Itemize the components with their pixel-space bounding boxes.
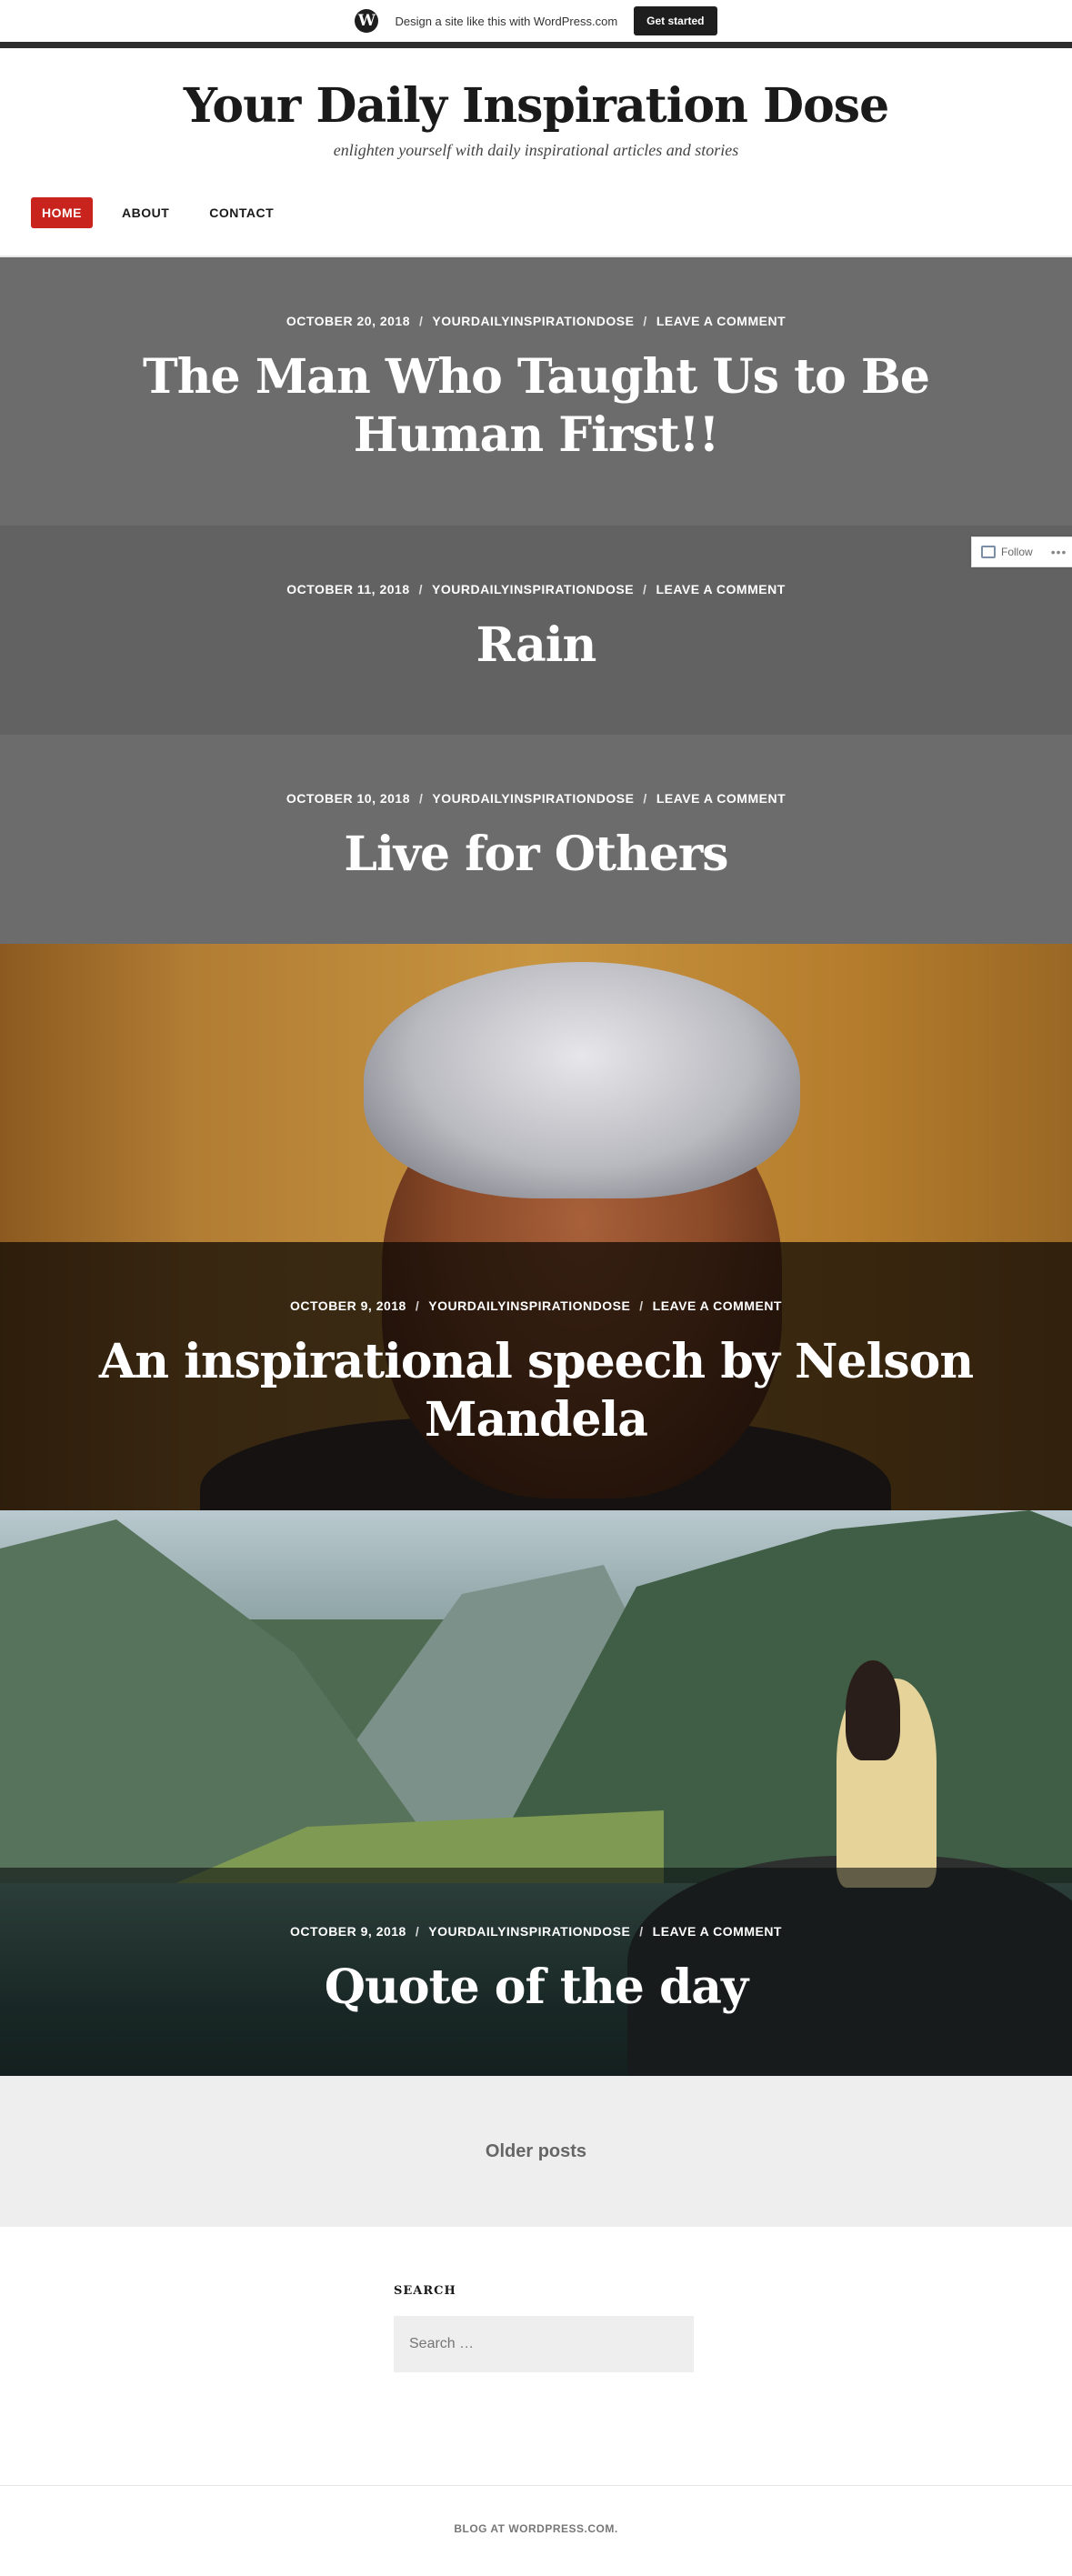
post-title[interactable]: Rain	[0, 616, 1072, 675]
post-card-featured[interactable]: OCTOBER 9, 2018 / YOURDAILYINSPIRATIONDOSE…	[0, 1510, 1072, 2076]
site-title[interactable]: Your Daily Inspiration Dose	[0, 78, 1072, 134]
search-widget-title: SEARCH	[394, 2284, 456, 2298]
post-card[interactable]: OCTOBER 11, 2018 / YOURDAILYINSPIRATIONDOS…	[0, 526, 1072, 735]
meta-separator: /	[418, 582, 424, 596]
post-meta: OCTOBER 20, 2018 / YOURDAILYINSPIRATIONDOS…	[0, 314, 1072, 328]
post-meta: OCTOBER 10, 2018 / YOURDAILYINSPIRATIONDOS…	[0, 791, 1072, 806]
post-date[interactable]: OCTOBER 20, 2018	[286, 314, 410, 328]
promo-text[interactable]: Design a site like this with WordPress.c…	[395, 15, 617, 28]
nav-item-contact[interactable]: CONTACT	[198, 197, 285, 228]
post-title[interactable]: The Man Who Taught Us to Be Human First!…	[0, 348, 1072, 465]
follow-button[interactable]: Follow •••	[971, 536, 1072, 567]
wordpress-promo-bar: W Design a site like this with WordPress…	[0, 0, 1072, 42]
portrait-hair	[364, 962, 800, 1198]
post-author[interactable]: YOURDAILYINSPIRATIONDOSE	[428, 1924, 630, 1939]
nav-item-home[interactable]: HOME	[31, 197, 93, 228]
leave-comment-link[interactable]: LEAVE A COMMENT	[653, 1924, 782, 1939]
post-author[interactable]: YOURDAILYINSPIRATIONDOSE	[432, 582, 634, 596]
post-meta: OCTOBER 9, 2018 / YOURDAILYINSPIRATIONDOSE…	[0, 1298, 1072, 1313]
meta-separator: /	[643, 582, 647, 596]
meta-separator: /	[415, 1298, 420, 1313]
woman-hair	[846, 1660, 900, 1760]
post-card-featured[interactable]: OCTOBER 9, 2018 / YOURDAILYINSPIRATIONDOSE…	[0, 944, 1072, 1510]
post-meta: OCTOBER 11, 2018 / YOURDAILYINSPIRATIONDOS…	[0, 582, 1072, 596]
leave-comment-link[interactable]: LEAVE A COMMENT	[653, 1298, 782, 1313]
meta-separator: /	[419, 791, 424, 806]
post-card[interactable]: OCTOBER 20, 2018 / YOURDAILYINSPIRATIONDOS…	[0, 257, 1072, 526]
post-title[interactable]: Live for Others	[0, 826, 1072, 884]
meta-separator: /	[415, 1924, 420, 1939]
post-date[interactable]: OCTOBER 11, 2018	[286, 582, 409, 596]
leave-comment-link[interactable]: LEAVE A COMMENT	[656, 582, 785, 596]
meta-separator: /	[419, 314, 424, 328]
post-date[interactable]: OCTOBER 10, 2018	[286, 791, 410, 806]
nav-item-about[interactable]: ABOUT	[111, 197, 180, 228]
post-date[interactable]: OCTOBER 9, 2018	[290, 1924, 406, 1939]
leave-comment-link[interactable]: LEAVE A COMMENT	[656, 791, 786, 806]
meta-separator: /	[639, 1924, 644, 1939]
pagination: Older posts	[0, 2076, 1072, 2227]
post-card[interactable]: OCTOBER 10, 2018 / YOURDAILYINSPIRATIONDOS…	[0, 735, 1072, 944]
post-author[interactable]: YOURDAILYINSPIRATIONDOSE	[432, 314, 634, 328]
meta-separator: /	[643, 314, 647, 328]
promo-bar-divider	[0, 42, 1072, 48]
post-author[interactable]: YOURDAILYINSPIRATIONDOSE	[432, 791, 634, 806]
follow-icon	[981, 546, 996, 558]
search-input[interactable]	[394, 2316, 694, 2372]
post-title[interactable]: An inspirational speech by Nelson Mandel…	[0, 1333, 1072, 1449]
footer-divider	[0, 2485, 1072, 2486]
leave-comment-link[interactable]: LEAVE A COMMENT	[656, 314, 786, 328]
post-title[interactable]: Quote of the day	[0, 1959, 1072, 2017]
follow-label: Follow	[1001, 546, 1033, 558]
meta-separator: /	[643, 791, 647, 806]
post-author[interactable]: YOURDAILYINSPIRATIONDOSE	[428, 1298, 630, 1313]
more-icon[interactable]: •••	[1051, 545, 1067, 559]
older-posts-link[interactable]: Older posts	[486, 2141, 586, 2162]
footer-credit-link[interactable]: BLOG AT WORDPRESS.COM.	[0, 2522, 1072, 2535]
site-tagline: enlighten yourself with daily inspiratio…	[333, 141, 739, 159]
wordpress-logo-icon[interactable]: W	[355, 9, 379, 33]
meta-separator: /	[639, 1298, 644, 1313]
main-navigation: HOME ABOUT CONTACT	[31, 197, 285, 228]
post-meta: OCTOBER 9, 2018 / YOURDAILYINSPIRATIONDOSE…	[0, 1924, 1072, 1939]
get-started-button[interactable]: Get started	[634, 6, 717, 35]
post-date[interactable]: OCTOBER 9, 2018	[290, 1298, 406, 1313]
